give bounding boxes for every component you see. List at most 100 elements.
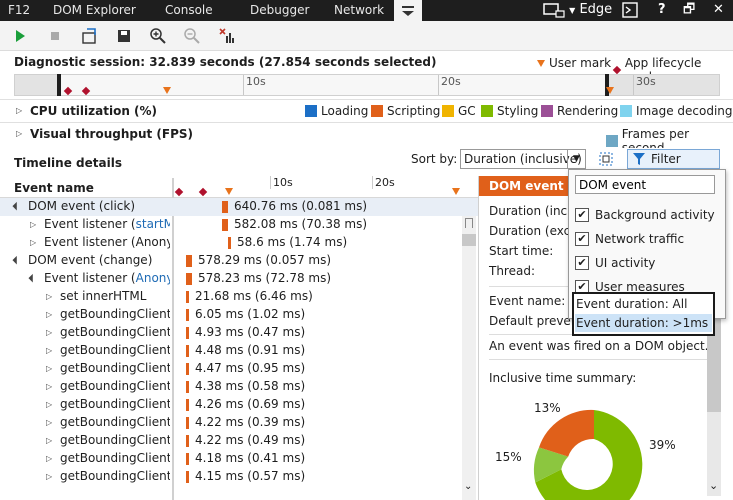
event-duration-bar — [186, 471, 189, 483]
stop-profiling-button[interactable] — [45, 26, 65, 46]
filter-search-input[interactable] — [575, 175, 715, 194]
restore-button[interactable]: 🗗 — [683, 0, 695, 21]
save-button[interactable] — [114, 26, 134, 46]
collapse-caret-icon[interactable]: ◢ — [28, 273, 39, 284]
list-scroll-thumb[interactable] — [462, 234, 476, 246]
inclusive-summary-label: Inclusive time summary: — [489, 371, 637, 385]
expand-caret-icon[interactable]: ▷ — [46, 346, 52, 355]
expand-caret-icon[interactable]: ▷ — [46, 436, 52, 445]
expand-caret-icon[interactable]: ▷ — [46, 328, 52, 337]
expand-caret-icon[interactable]: ▷ — [46, 382, 52, 391]
scroll-up-icon[interactable] — [465, 218, 473, 228]
event-row[interactable]: ▷ getBoundingClient... 4.18 ms (0.41 ms) — [0, 450, 478, 468]
zoom-in-button[interactable] — [148, 26, 168, 46]
duration-option-1ms[interactable]: Event duration: >1ms — [575, 314, 712, 332]
event-row[interactable]: ▷ getBoundingClient... 4.93 ms (0.47 ms) — [0, 324, 478, 342]
event-row[interactable]: ▷ getBoundingClient... 4.26 ms (0.69 ms) — [0, 396, 478, 414]
scroll-down-icon[interactable]: ⌄ — [709, 479, 718, 492]
event-duration-bar — [186, 327, 189, 339]
duration-option-all[interactable]: Event duration: All — [576, 295, 711, 313]
expand-caret-icon[interactable]: ▷ — [46, 364, 52, 373]
expand-caret-icon[interactable]: ▷ — [46, 454, 52, 463]
expand-all-button[interactable] — [597, 150, 615, 171]
tab-overflow-icon — [402, 6, 414, 16]
console-button[interactable] — [622, 0, 638, 21]
expand-caret-icon[interactable]: ▷ — [30, 238, 36, 247]
expand-caret-icon[interactable]: ▷ — [46, 292, 52, 301]
event-duration-value: 640.76 ms (0.081 ms) — [234, 199, 368, 213]
filter-events-button[interactable]: Filter events — [627, 149, 720, 184]
event-name: getBoundingClient... — [60, 379, 170, 393]
app-lifecycle-mark — [198, 187, 208, 197]
ui-activity-checkbox[interactable]: ✔ — [575, 256, 589, 270]
background-activity-checkbox[interactable]: ✔ — [575, 208, 589, 222]
inclusive-time-donut — [533, 409, 643, 500]
background-activity-label: Background activity — [595, 208, 715, 222]
expand-caret-icon[interactable]: ▷ — [46, 418, 52, 427]
browser-select[interactable]: ▼ Edge — [543, 0, 612, 21]
tab-dom-explorer[interactable]: DOM Explorer — [53, 0, 136, 21]
event-row[interactable]: ◢ DOM event (change) 578.29 ms (0.057 ms) — [0, 252, 478, 270]
event-row[interactable]: ▷ getBoundingClient... 4.47 ms (0.95 ms) — [0, 360, 478, 378]
tab-f12[interactable]: F12 — [8, 0, 30, 21]
toolbar — [0, 21, 733, 51]
event-row[interactable]: ▷ getBoundingClient... 4.38 ms (0.58 ms) — [0, 378, 478, 396]
expand-caret-icon[interactable]: ▷ — [46, 400, 52, 409]
list-scrollbar[interactable]: ⌄ — [462, 216, 476, 500]
event-row[interactable]: ▷ Event listener (Anony... 58.6 ms (1.74 m… — [0, 234, 478, 252]
event-duration-value: 578.29 ms (0.057 ms) — [198, 253, 332, 267]
ruler-tick: 10s — [243, 75, 266, 95]
start-profiling-button[interactable] — [10, 26, 30, 46]
clear-selection-button[interactable] — [217, 26, 237, 46]
event-row[interactable]: ◢ DOM event (click) 640.76 ms (0.081 ms) — [0, 198, 478, 216]
import-icon — [82, 28, 96, 44]
scroll-down-icon[interactable]: ⌄ — [464, 481, 472, 492]
event-row[interactable]: ▷ getBoundingClient... 4.48 ms (0.91 ms) — [0, 342, 478, 360]
expand-caret-icon[interactable]: ▷ — [46, 310, 52, 319]
tab-performance[interactable] — [394, 0, 422, 21]
event-duration-value: 578.23 ms (72.78 ms) — [198, 271, 332, 285]
legend-rendering: Rendering — [541, 104, 618, 118]
event-source-link[interactable]: startM... — [136, 217, 170, 231]
visual-throughput-label: Visual throughput (FPS) — [30, 127, 194, 141]
event-row[interactable]: ▷ getBoundingClient... 4.22 ms (0.39 ms) — [0, 414, 478, 432]
session-ruler[interactable]: 10s 20s 30s — [14, 74, 720, 96]
event-source-link[interactable]: Anony... — [136, 271, 170, 285]
event-name-header[interactable]: Event name — [14, 181, 94, 195]
event-duration-value: 4.48 ms (0.91 ms) — [195, 343, 306, 357]
help-button[interactable]: ? — [658, 0, 666, 21]
cpu-label: CPU utilization (%) — [30, 104, 158, 118]
tab-network[interactable]: Network — [334, 0, 384, 21]
tab-console[interactable]: Console — [165, 0, 213, 21]
event-row[interactable]: ▷ set innerHTML 21.68 ms (6.46 ms) — [0, 288, 478, 306]
event-duration-value: 582.08 ms (70.38 ms) — [234, 217, 368, 231]
selection-handle-left[interactable] — [57, 74, 61, 96]
close-button[interactable]: ✕ — [713, 0, 724, 21]
collapse-caret-icon[interactable]: ◢ — [12, 255, 23, 266]
event-duration-bar — [186, 291, 189, 303]
event-duration-value: 4.22 ms (0.39 ms) — [195, 415, 306, 429]
event-duration-bar — [186, 453, 189, 465]
session-title: Diagnostic session: 32.839 seconds (27.8… — [14, 55, 437, 69]
event-row[interactable]: ◢ Event listener (Anony... 578.23 ms (72.7… — [0, 270, 478, 288]
import-button[interactable] — [80, 26, 100, 46]
play-icon — [16, 30, 25, 42]
network-traffic-checkbox[interactable]: ✔ — [575, 232, 589, 246]
cpu-utilization-section[interactable]: ▷ CPU utilization (%) Loading Scripting … — [0, 99, 733, 121]
tab-debugger[interactable]: Debugger — [250, 0, 309, 21]
start-time-label: Start time: — [489, 244, 554, 258]
event-duration-value: 4.15 ms (0.57 ms) — [195, 469, 306, 483]
donut-slice-scripting — [539, 409, 594, 457]
collapse-caret-icon[interactable]: ◢ — [12, 201, 23, 212]
event-row[interactable]: ▷ Event listener (startM... 582.08 ms (70.… — [0, 216, 478, 234]
event-row[interactable]: ▷ getBoundingClient... 6.05 ms (1.02 ms) — [0, 306, 478, 324]
user-mark — [225, 188, 233, 195]
zoom-out-button[interactable] — [182, 26, 202, 46]
event-row[interactable]: ▷ getBoundingClient... 4.22 ms (0.49 ms) — [0, 432, 478, 450]
sort-by-select[interactable]: Duration (inclusive) ▼ — [460, 149, 586, 169]
expand-caret-icon[interactable]: ▷ — [46, 472, 52, 481]
event-row[interactable]: ▷ getBoundingClient... 4.15 ms (0.57 ms) — [0, 468, 478, 486]
expand-caret-icon[interactable]: ▷ — [30, 220, 36, 229]
ruler-tick: 30s — [633, 75, 656, 95]
visual-throughput-section[interactable]: ▷ Visual throughput (FPS) Frames per sec… — [0, 122, 733, 155]
